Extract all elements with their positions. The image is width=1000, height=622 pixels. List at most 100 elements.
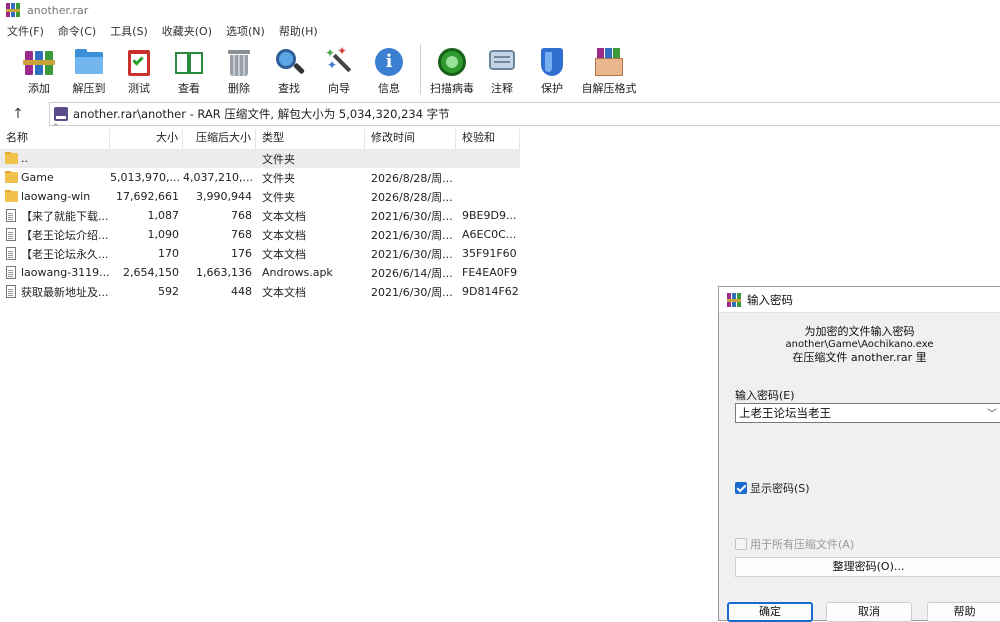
text-file-icon [6,285,16,298]
col-header-packed[interactable]: 压缩后大小 [183,129,256,149]
rar-archive-icon [54,107,68,121]
menu-tools[interactable]: 工具(S) [103,23,155,39]
file-size: 592 [158,285,179,298]
use-for-all-label: 用于所有压缩文件(A) [750,538,855,551]
file-name: 获取最新地址及... [21,285,109,299]
file-type: 文件夹 [262,171,295,185]
col-header-mtime[interactable]: 修改时间 [365,129,456,149]
checkbox-unchecked-icon[interactable] [735,538,747,550]
extract-to-icon [73,46,105,78]
checkbox-checked-icon[interactable] [735,482,747,494]
address-bar: ↑ another.rar\another - RAR 压缩文件, 解包大小为 … [0,102,1000,126]
table-row[interactable]: laowang-win 17,692,661 3,990,944 文件夹 202… [0,187,520,206]
menu-commands[interactable]: 命令(C) [51,23,103,39]
address-field[interactable]: another.rar\another - RAR 压缩文件, 解包大小为 5,… [49,102,1000,126]
file-packed: 768 [231,209,252,222]
file-crc: FE4EA0F9 [462,266,518,279]
table-row[interactable]: Game 5,013,970,... 4,037,210,... 文件夹 202… [0,168,520,187]
file-rows: .. 文件夹 Game 5,013,970,... 4,037,210,... … [0,149,520,301]
file-size: 17,692,661 [116,190,179,203]
col-header-size[interactable]: 大小 [110,129,183,149]
protect-label: 保护 [541,82,563,95]
menu-file[interactable]: 文件(F) [0,23,51,39]
table-row[interactable]: laowang-3119... 2,654,150 1,663,136 Andr… [0,263,520,282]
file-mtime: 2021/6/30/周... [371,228,453,242]
table-row[interactable]: 【老王论坛永久... 170 176 文本文档 2021/6/30/周... 3… [0,244,520,263]
folder-icon [5,152,18,164]
file-crc: A6EC0C... [462,228,517,241]
menu-options[interactable]: 选项(N) [219,23,272,39]
show-password-checkbox[interactable]: 显示密码(S) [735,480,810,496]
add-button[interactable]: 添加 [14,42,64,98]
table-row[interactable]: 【来了就能下载... 1,087 768 文本文档 2021/6/30/周...… [0,206,520,225]
scan-virus-label: 扫描病毒 [430,82,474,95]
file-packed: 768 [231,228,252,241]
password-input[interactable]: 上老王论坛当老王 ﹀ [735,403,1000,423]
dialog-archive-note: 在压缩文件 another.rar 里 [792,351,927,364]
comment-button[interactable]: 注释 [477,42,527,98]
winrar-dialog-icon [727,292,741,307]
table-row[interactable]: 获取最新地址及... 592 448 文本文档 2021/6/30/周... 9… [0,282,520,301]
col-header-type[interactable]: 类型 [256,129,365,149]
password-value: 上老王论坛当老王 [739,406,831,420]
table-row[interactable]: .. 文件夹 [0,149,520,168]
text-file-icon [6,228,16,241]
file-mtime: 2021/6/30/周... [371,247,453,261]
wizard-label: 向导 [328,82,350,95]
file-name: laowang-3119... [21,266,110,279]
file-mtime: 2021/6/30/周... [371,285,453,299]
info-label: 信息 [378,82,400,95]
use-for-all-checkbox[interactable]: 用于所有压缩文件(A) [735,536,854,552]
extract-to-label: 解压到 [72,82,106,95]
ok-button[interactable]: 确定 [727,602,813,622]
file-name: 【老王论坛介绍... [21,228,109,242]
delete-label: 删除 [228,82,250,95]
table-row[interactable]: 【老王论坛介绍... 1,090 768 文本文档 2021/6/30/周...… [0,225,520,244]
cancel-button[interactable]: 取消 [826,602,912,622]
col-header-crc[interactable]: 校验和 [456,129,520,149]
file-type: 文本文档 [262,209,306,223]
file-icon [6,266,16,279]
file-mtime: 2026/8/28/周... [371,190,453,204]
extract-to-button[interactable]: 解压到 [64,42,114,98]
dialog-title-bar[interactable]: 输入密码 [719,287,1000,313]
scan-virus-button[interactable]: 扫描病毒 [427,42,477,98]
file-size: 5,013,970,... [110,171,180,184]
file-crc: 9D814F62 [462,285,519,298]
scan-virus-icon [436,46,468,78]
file-packed: 3,990,944 [196,190,252,203]
find-label: 查找 [278,82,300,95]
dialog-message: 为加密的文件输入密码 [804,325,915,338]
file-crc: 9BE9D9... [462,209,517,222]
password-label: 输入密码(E) [735,389,795,402]
info-button[interactable]: i 信息 [364,42,414,98]
column-headers: ^ 名称 大小 压缩后大小 类型 修改时间 校验和 [0,123,520,149]
sort-caret-icon: ^ [52,123,60,133]
protect-button[interactable]: 保护 [527,42,577,98]
test-button[interactable]: 测试 [114,42,164,98]
menu-favorites[interactable]: 收藏夹(O) [155,23,219,39]
view-button[interactable]: 查看 [164,42,214,98]
delete-icon [223,46,255,78]
file-type: 文本文档 [262,285,306,299]
file-type: Androws.apk [262,266,333,279]
chevron-down-icon[interactable]: ﹀ [987,405,997,420]
menu-bar: 文件(F) 命令(C) 工具(S) 收藏夹(O) 选项(N) 帮助(H) [0,22,325,40]
sfx-button[interactable]: 自解压格式 [577,42,641,98]
file-name: Game [21,171,54,184]
find-button[interactable]: 查找 [264,42,314,98]
up-arrow-icon[interactable]: ↑ [0,106,36,122]
test-icon [123,46,155,78]
delete-button[interactable]: 删除 [214,42,264,98]
organize-passwords-button[interactable]: 整理密码(O)... [735,557,1000,577]
wizard-button[interactable]: ✦ ✦ ✦ 向导 [314,42,364,98]
file-size: 1,090 [147,228,180,241]
file-mtime: 2026/6/14/周... [371,266,453,280]
menu-help[interactable]: 帮助(H) [272,23,325,39]
sfx-icon [593,46,625,78]
file-mtime: 2026/8/28/周... [371,171,453,185]
window-title: another.rar [27,3,89,17]
help-button[interactable]: 帮助 [927,602,1000,622]
file-size: 1,087 [147,209,180,222]
find-icon [273,46,306,78]
